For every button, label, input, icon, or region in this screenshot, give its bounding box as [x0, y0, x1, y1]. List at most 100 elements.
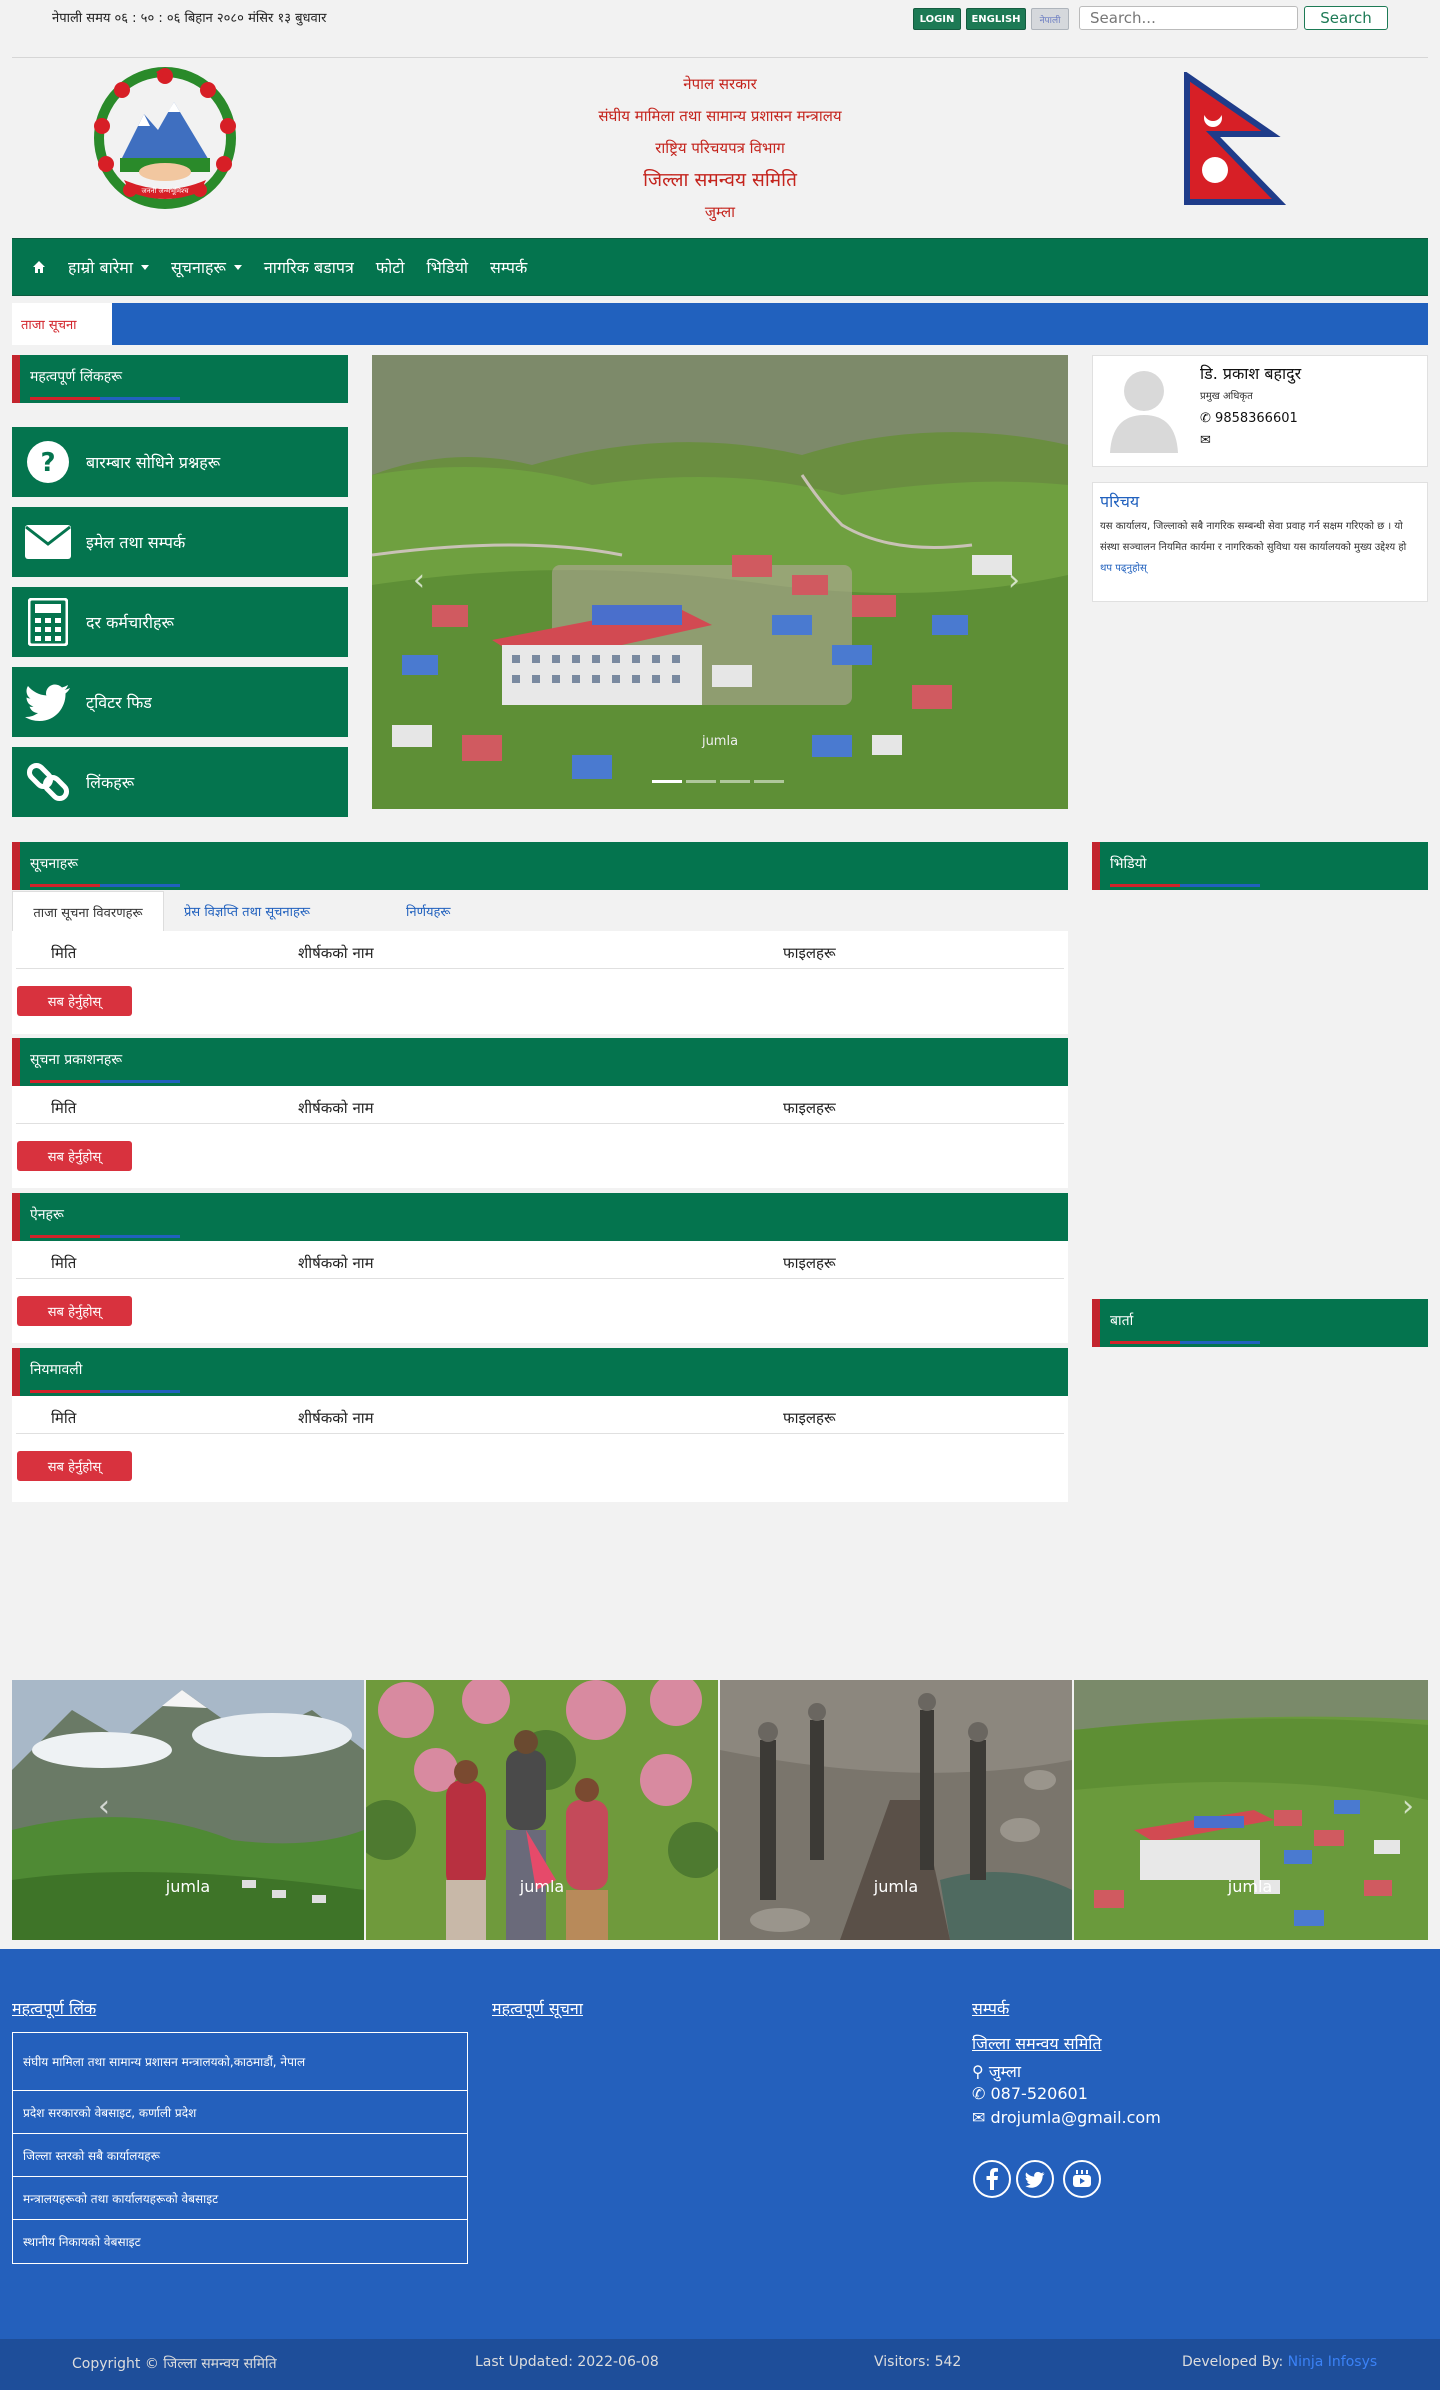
footer-link[interactable]: प्रदेश सरकारको वेबसाइट, कर्णाली प्रदेश [13, 2091, 467, 2134]
footer-org-name: जिल्ला समन्वय समिति [972, 2034, 1102, 2053]
chevron-down-icon [140, 264, 149, 270]
gallery-prev-arrow[interactable]: ‹ [98, 1789, 110, 1824]
phone-icon: ✆ [972, 2084, 986, 2103]
table-header-divider [16, 1433, 1064, 1434]
header-line-1: नेपाल सरकार [683, 75, 757, 93]
svg-text:?: ? [40, 448, 55, 478]
gallery-next-arrow[interactable]: › [1402, 1789, 1414, 1824]
government-emblem-logo: जननी जन्मभूमिश्च [82, 66, 248, 210]
regulations-header: नियमावली [12, 1348, 1068, 1396]
view-all-button[interactable]: सब हेर्नुहोस् [17, 986, 132, 1016]
gallery-image[interactable] [720, 1680, 1072, 1940]
nav-item-contact[interactable]: सम्पर्क [490, 256, 527, 278]
nepali-clock: नेपाली समय ०६ : ५० : ०६ बिहान २०८० मंसिर… [52, 11, 327, 26]
col-title: शीर्षकको नाम [298, 944, 374, 962]
officer-email[interactable]: ✉ [1200, 433, 1211, 448]
tab-press-release[interactable]: प्रेस विज्ञप्ति तथा सूचनाहरू [184, 891, 310, 931]
intro-body: यस कार्यालय, जिल्लाको सबै नागरिक सम्बन्ध… [1100, 521, 1407, 574]
quick-link-faq[interactable]: ? बारम्बार सोधिने प्रश्नहरू [12, 427, 348, 497]
header-titles: नेपाल सरकार संघीय मामिला तथा सामान्य प्र… [440, 68, 1000, 228]
header-line-3: राष्ट्रिय परिचयपत्र विभाग [655, 139, 785, 157]
english-language-button[interactable]: ENGLISH [966, 8, 1026, 30]
search-input[interactable] [1079, 6, 1298, 30]
footer-phone: ✆ 087-520601 [972, 2084, 1088, 2103]
slider-indicator[interactable] [686, 780, 716, 783]
publications-table-panel [12, 1086, 1068, 1188]
col-files: फाइलहरू [783, 944, 836, 962]
top-divider [12, 57, 1428, 58]
link-icon [24, 758, 72, 806]
slider-indicator[interactable] [652, 780, 682, 783]
tab-decisions[interactable]: निर्णयहरू [406, 891, 451, 931]
read-more-link[interactable]: थप पढ्नुहोस् [1100, 563, 1147, 574]
nav-item-notices[interactable]: सूचनाहरू [171, 256, 242, 278]
col-files: फाइलहरू [783, 1409, 836, 1427]
header-line-2: संघीय मामिला तथा सामान्य प्रशासन मन्त्रा… [598, 107, 842, 125]
phone-icon: ✆ [1200, 411, 1211, 426]
twitter-icon[interactable] [1016, 2160, 1054, 2198]
tab-latest-notices[interactable]: ताजा सूचना विवरणहरू [12, 891, 164, 931]
header-location: जुम्ला [704, 203, 736, 221]
quick-link-email[interactable]: इमेल तथा सम्पर्क [12, 507, 348, 577]
quick-link-twitter[interactable]: ट्विटर फिड [12, 667, 348, 737]
login-button[interactable]: LOGIN [913, 8, 961, 30]
slider-caption: jumla [701, 734, 739, 749]
facebook-icon[interactable] [973, 2160, 1011, 2198]
officer-phone: ✆ 9858366601 [1200, 411, 1298, 426]
slider-prev-arrow[interactable]: ‹ [413, 563, 425, 598]
publications-header: सूचना प्रकाशनहरू [12, 1038, 1068, 1086]
news-ticker [12, 303, 1428, 345]
youtube-icon[interactable] [1063, 2160, 1101, 2198]
envelope-icon [24, 518, 72, 566]
map-marker-icon: ⚲ [972, 2062, 984, 2081]
chevron-down-icon [233, 264, 242, 270]
nepali-language-button[interactable]: नेपाली [1031, 8, 1069, 30]
gallery-caption: jumla [165, 1877, 211, 1896]
table-header-divider [16, 1278, 1064, 1279]
col-title: शीर्षकको नाम [298, 1254, 374, 1272]
gallery-image[interactable] [366, 1680, 718, 1940]
footer-link[interactable]: जिल्ला स्तरको सबै कार्यालयहरू [13, 2134, 467, 2177]
col-title: शीर्षकको नाम [298, 1409, 374, 1427]
nav-item-about[interactable]: हाम्रो बारेमा [68, 256, 149, 278]
quick-links-header: महत्वपूर्ण लिंकहरू [12, 355, 348, 403]
search-button[interactable]: Search [1304, 6, 1388, 30]
col-date: मिति [51, 1409, 77, 1427]
developer-link[interactable]: Ninja Infosys [1288, 2354, 1378, 2370]
slider-indicator[interactable] [754, 780, 784, 783]
gallery-caption: jumla [519, 1877, 565, 1896]
envelope-icon: ✉ [972, 2108, 986, 2127]
news-header: बार्ता [1092, 1299, 1428, 1347]
footer-email[interactable]: ✉ drojumla@gmail.com [972, 2108, 1161, 2127]
nepal-flag-image [1183, 70, 1287, 208]
footer-link[interactable]: स्थानीय निकायको वेबसाइट [13, 2220, 467, 2263]
col-date: मिति [51, 944, 77, 962]
view-all-button[interactable]: सब हेर्नुहोस् [17, 1451, 132, 1481]
footer-link[interactable]: संघीय मामिला तथा सामान्य प्रशासन मन्त्रा… [13, 2033, 467, 2091]
notices-header: सूचनाहरू [12, 842, 1068, 890]
nav-item-citizen-charter[interactable]: नागरिक बडापत्र [264, 256, 354, 278]
gallery-caption: jumla [873, 1877, 919, 1896]
quick-link-links[interactable]: लिंकहरू [12, 747, 348, 817]
slider-next-arrow[interactable]: › [1008, 563, 1020, 598]
quick-link-staff[interactable]: दर कर्मचारीहरू [12, 587, 348, 657]
last-updated-text: Last Updated: 2022-06-08 [475, 2354, 659, 2370]
officer-name: डि. प्रकाश बहादुर [1200, 364, 1302, 383]
home-icon[interactable] [32, 260, 46, 274]
footer-links-list: संघीय मामिला तथा सामान्य प्रशासन मन्त्रा… [12, 2032, 468, 2264]
nav-item-video[interactable]: भिडियो [426, 256, 468, 278]
question-icon: ? [24, 438, 72, 486]
col-title: शीर्षकको नाम [298, 1099, 374, 1117]
footer-link[interactable]: मन्त्रालयहरूको तथा कार्यालयहरूको वेबसाइट [13, 2177, 467, 2220]
col-date: मिति [51, 1099, 77, 1117]
view-all-button[interactable]: सब हेर्नुहोस् [17, 1296, 132, 1326]
footer-contact-title: सम्पर्क [972, 1999, 1010, 2018]
slider-indicator[interactable] [720, 780, 750, 783]
twitter-icon [24, 678, 72, 726]
gallery-image[interactable] [12, 1680, 364, 1940]
video-header: भिडियो [1092, 842, 1428, 890]
nav-item-photo[interactable]: फोटो [376, 256, 405, 278]
view-all-button[interactable]: सब हेर्नुहोस् [17, 1141, 132, 1171]
gallery-image[interactable] [1074, 1680, 1428, 1940]
ticker-arrow [100, 303, 112, 345]
